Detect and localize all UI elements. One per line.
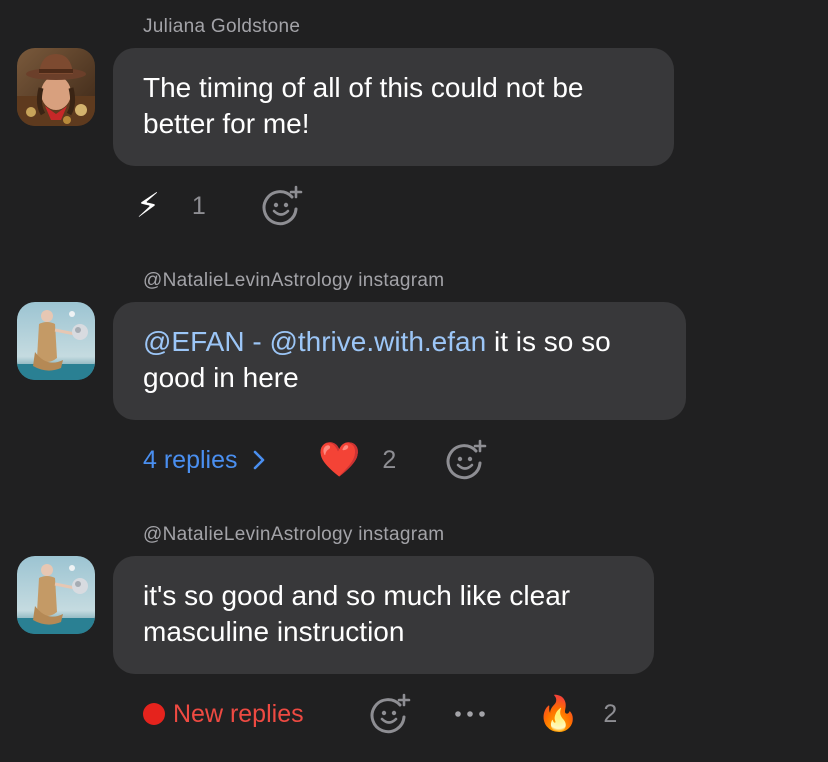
author-name[interactable]: @NatalieLevinAstrology instagram: [143, 270, 444, 292]
avatar[interactable]: [17, 48, 95, 126]
new-replies-label: New replies: [173, 699, 304, 728]
add-emoji-icon: [262, 185, 303, 226]
fire-icon: 🔥: [537, 695, 580, 733]
avatar-natalie-image: [17, 302, 95, 380]
avatar-juliana-image: [17, 48, 95, 126]
add-reaction-button[interactable]: [446, 438, 488, 482]
avatar[interactable]: [17, 556, 95, 634]
message-text: it's so good and so much like clear masc…: [143, 580, 571, 647]
lightning-icon: ⚡: [136, 187, 160, 225]
message-bubble[interactable]: The timing of all of this could not be b…: [113, 48, 674, 166]
view-replies-link[interactable]: 4 replies: [143, 438, 266, 482]
reaction-chip[interactable]: ❤️ 2: [318, 438, 396, 482]
avatar-natalie-image: [17, 556, 95, 634]
message-bubble[interactable]: @EFAN - @thrive.with.efan it is so so go…: [113, 302, 686, 420]
mention-link[interactable]: @EFAN - @thrive.with.efan: [143, 326, 486, 357]
author-name[interactable]: Juliana Goldstone: [143, 16, 300, 38]
new-dot-icon: [143, 703, 165, 725]
reaction-count: 2: [603, 699, 618, 728]
add-emoji-icon: [446, 439, 487, 480]
new-replies-indicator[interactable]: New replies: [143, 692, 304, 736]
message-actions: 4 replies ❤️ 2: [0, 438, 828, 482]
add-reaction-button[interactable]: [370, 692, 412, 736]
reaction-chip[interactable]: 🔥 2: [537, 692, 617, 736]
more-options-button[interactable]: [454, 692, 486, 736]
reaction-chip[interactable]: ⚡ 1: [136, 184, 206, 228]
chevron-right-icon: [253, 450, 264, 470]
reaction-count: 1: [191, 191, 206, 220]
message-text: The timing of all of this could not be b…: [143, 72, 584, 139]
heart-icon: ❤️: [318, 441, 361, 479]
avatar[interactable]: [17, 302, 95, 380]
add-emoji-icon: [370, 693, 411, 734]
message-actions: ⚡ 1: [0, 184, 828, 228]
message-bubble[interactable]: it's so good and so much like clear masc…: [113, 556, 654, 674]
replies-count-label: 4 replies: [143, 445, 238, 474]
author-name[interactable]: @NatalieLevinAstrology instagram: [143, 524, 444, 546]
reaction-count: 2: [382, 445, 397, 474]
message-actions: New replies 🔥 2: [0, 692, 828, 736]
more-horizontal-icon: [455, 711, 485, 717]
add-reaction-button[interactable]: [262, 184, 304, 228]
